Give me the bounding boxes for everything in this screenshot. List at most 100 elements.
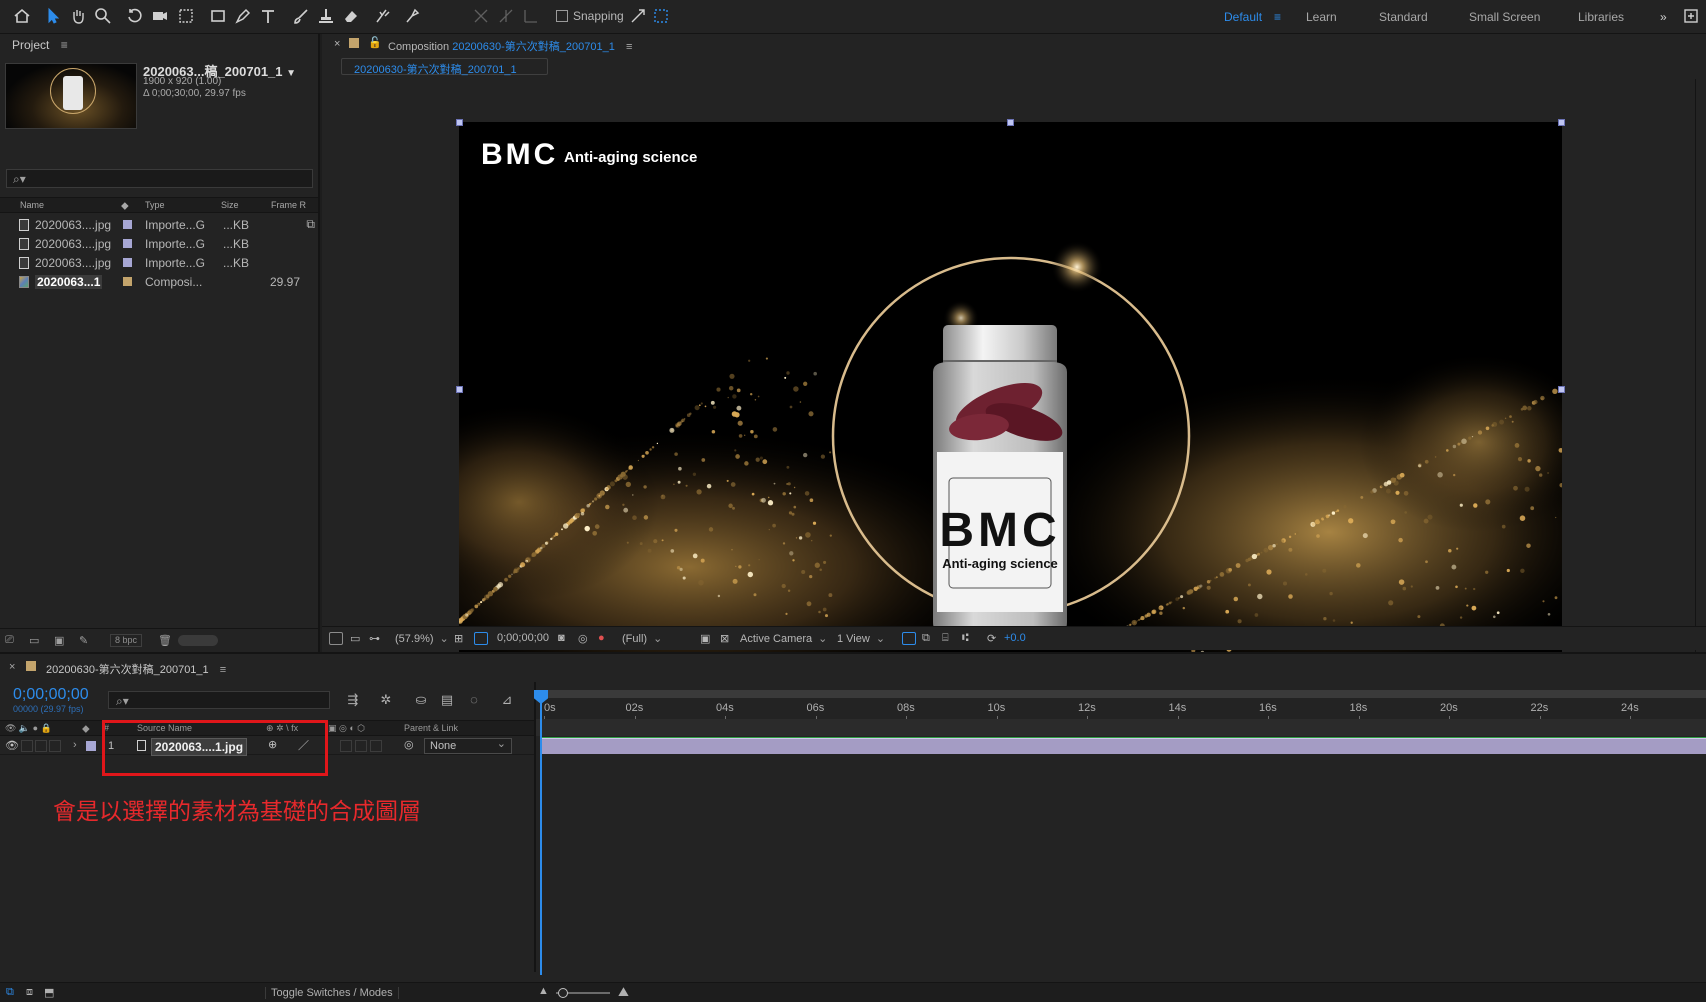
clone-stamp-tool-icon[interactable]: [315, 5, 337, 27]
project-item-row[interactable]: 2020063....jpg Importe...G ...KB: [0, 254, 318, 272]
composition-viewer[interactable]: BMC Anti-aging science BMC Anti-aging sc…: [322, 79, 1706, 661]
composition-canvas[interactable]: BMC Anti-aging science BMC Anti-aging sc…: [459, 122, 1562, 657]
puppet-tool-icon[interactable]: [401, 5, 423, 27]
project-settings-icon[interactable]: ✎: [79, 634, 93, 647]
panel-menu-icon[interactable]: ≡: [61, 38, 68, 52]
project-search-input[interactable]: ⌕▾: [6, 169, 313, 188]
composition-tab[interactable]: × 🔓 Composition 20200630-第六次對稿_200701_1 …: [322, 34, 1706, 56]
zoom-out-icon[interactable]: ▲: [538, 985, 549, 997]
selection-tool-icon[interactable]: [42, 5, 64, 27]
pan-behind-tool-icon[interactable]: [175, 5, 197, 27]
viewer-timecode[interactable]: 0;00;00;00: [497, 632, 549, 644]
transform-handle[interactable]: [1558, 386, 1565, 393]
show-snapshot-icon[interactable]: ◎: [578, 632, 588, 645]
bit-depth-button[interactable]: 8 bpc: [110, 634, 143, 647]
close-tab-icon[interactable]: ×: [334, 38, 340, 50]
item-dropdown-icon[interactable]: ▼: [286, 68, 296, 79]
av-features-icon[interactable]: 👁 🔈 ● 🔒: [5, 723, 52, 734]
timeline-icon[interactable]: ⧉: [922, 632, 930, 645]
transfer-controls-pane-icon[interactable]: ⧈: [26, 986, 33, 999]
timeline-tab-name[interactable]: 20200630-第六次對稿_200701_1: [46, 664, 209, 676]
rotation-tool-icon[interactable]: [124, 5, 146, 27]
layer-switches-pane-icon[interactable]: ⧉: [6, 986, 14, 999]
visibility-eye-icon[interactable]: 👁: [5, 739, 19, 752]
toggle-switches-modes-button[interactable]: Toggle Switches / Modes: [265, 987, 399, 999]
snapping-toggle[interactable]: Snapping: [556, 9, 624, 23]
composition-navigator-tab[interactable]: 20200630-第六次對稿_200701_1: [341, 58, 548, 76]
parent-dropdown[interactable]: None: [424, 737, 512, 754]
type-tool-icon[interactable]: [257, 5, 279, 27]
region-of-interest-icon[interactable]: ▣: [700, 632, 710, 645]
label-swatch[interactable]: [123, 258, 132, 267]
label-swatch[interactable]: [123, 220, 132, 229]
monitor-icon[interactable]: ▭: [350, 632, 360, 645]
snap-edges-icon[interactable]: [627, 5, 649, 27]
modes-icons[interactable]: ▣ ◎ ◐ ⬡: [328, 723, 365, 734]
workspace-menu-icon[interactable]: ≡: [1274, 10, 1281, 24]
audio-switch[interactable]: [21, 740, 33, 752]
flowchart-icon[interactable]: ⑆: [962, 632, 969, 644]
column-type[interactable]: Type: [145, 200, 165, 210]
resolution-dropdown[interactable]: (Full): [622, 632, 662, 645]
interpret-footage-icon[interactable]: ⎚: [5, 634, 19, 646]
always-preview-icon[interactable]: [329, 632, 343, 645]
mode-switch[interactable]: [340, 740, 352, 752]
snap-features-icon[interactable]: [650, 5, 672, 27]
panel-menu-icon[interactable]: ≡: [220, 664, 226, 676]
transparency-grid-icon[interactable]: [474, 632, 488, 645]
fast-previews-icon[interactable]: [902, 632, 916, 645]
lock-icon[interactable]: 🔓: [368, 36, 382, 49]
new-folder-icon[interactable]: ▭: [29, 634, 43, 647]
solo-switch[interactable]: [35, 740, 47, 752]
timeline-zoom-knob[interactable]: [558, 988, 568, 998]
workspace-standard[interactable]: Standard: [1379, 10, 1428, 24]
panel-menu-icon[interactable]: ≡: [626, 41, 632, 53]
eraser-tool-icon[interactable]: [340, 5, 362, 27]
project-item-row-selected[interactable]: 2020063...1 Composi... 29.97: [0, 273, 318, 291]
draft-3d-icon[interactable]: ✲: [378, 692, 394, 708]
camera-tool-icon[interactable]: [149, 5, 171, 27]
layer-duration-bar[interactable]: [542, 738, 1706, 754]
graph-editor-icon[interactable]: ⊿: [499, 692, 515, 708]
workspace-learn[interactable]: Learn: [1306, 10, 1337, 24]
timeline-graph-area[interactable]: 0s02s04s06s08s10s12s14s16s18s20s22s24s2: [534, 682, 1706, 975]
project-panel-tab[interactable]: Project ≡: [12, 38, 68, 52]
transform-handle[interactable]: [1558, 119, 1565, 126]
workspace-overflow-icon[interactable]: »: [1660, 10, 1667, 24]
lock-switch[interactable]: [49, 740, 61, 752]
label-column-icon[interactable]: ⬥: [121, 200, 129, 213]
workspace-small-screen[interactable]: Small Screen: [1469, 10, 1540, 24]
pen-tool-icon[interactable]: [232, 5, 254, 27]
transform-handle[interactable]: [456, 386, 463, 393]
timeline-tab[interactable]: × 20200630-第六次對稿_200701_1 ≡: [0, 657, 1706, 679]
mode-switch[interactable]: [355, 740, 367, 752]
workspace-libraries[interactable]: Libraries: [1578, 10, 1624, 24]
snapping-checkbox[interactable]: [556, 10, 568, 22]
current-time-display[interactable]: 0;00;00;00: [13, 686, 89, 704]
channel-icon[interactable]: ●: [598, 632, 605, 644]
rectangle-tool-icon[interactable]: [207, 5, 229, 27]
timeline-search-input[interactable]: ⌕▾: [108, 691, 330, 709]
in-out-pane-icon[interactable]: ⬒: [44, 986, 54, 999]
brush-tool-icon[interactable]: [290, 5, 312, 27]
zoom-in-icon[interactable]: ⛰: [618, 984, 629, 1000]
column-frame-rate[interactable]: Frame R: [271, 200, 306, 210]
workspace-default[interactable]: Default: [1224, 10, 1262, 24]
close-tab-icon[interactable]: ×: [9, 661, 15, 673]
time-navigator-bar[interactable]: [536, 690, 1706, 698]
label-swatch[interactable]: [123, 277, 132, 286]
snapshot-icon[interactable]: ◙: [558, 632, 565, 644]
column-name[interactable]: Name: [20, 200, 44, 210]
transform-handle[interactable]: [456, 119, 463, 126]
thumbnail-size-slider[interactable]: [178, 635, 218, 646]
zoom-tool-icon[interactable]: [92, 5, 114, 27]
label-column-icon[interactable]: ⬥: [82, 723, 90, 736]
new-composition-icon[interactable]: ▣: [54, 634, 68, 647]
parent-pickwhip-icon[interactable]: ◎: [404, 738, 414, 751]
hand-tool-icon[interactable]: [67, 5, 89, 27]
mode-switch[interactable]: [370, 740, 382, 752]
delete-icon[interactable]: 🗑: [158, 634, 172, 647]
frame-blending-icon[interactable]: ▤: [439, 692, 455, 708]
time-ruler[interactable]: 0s02s04s06s08s10s12s14s16s18s20s22s24s2: [536, 690, 1706, 722]
motion-blur-icon[interactable]: ◌: [466, 692, 482, 708]
